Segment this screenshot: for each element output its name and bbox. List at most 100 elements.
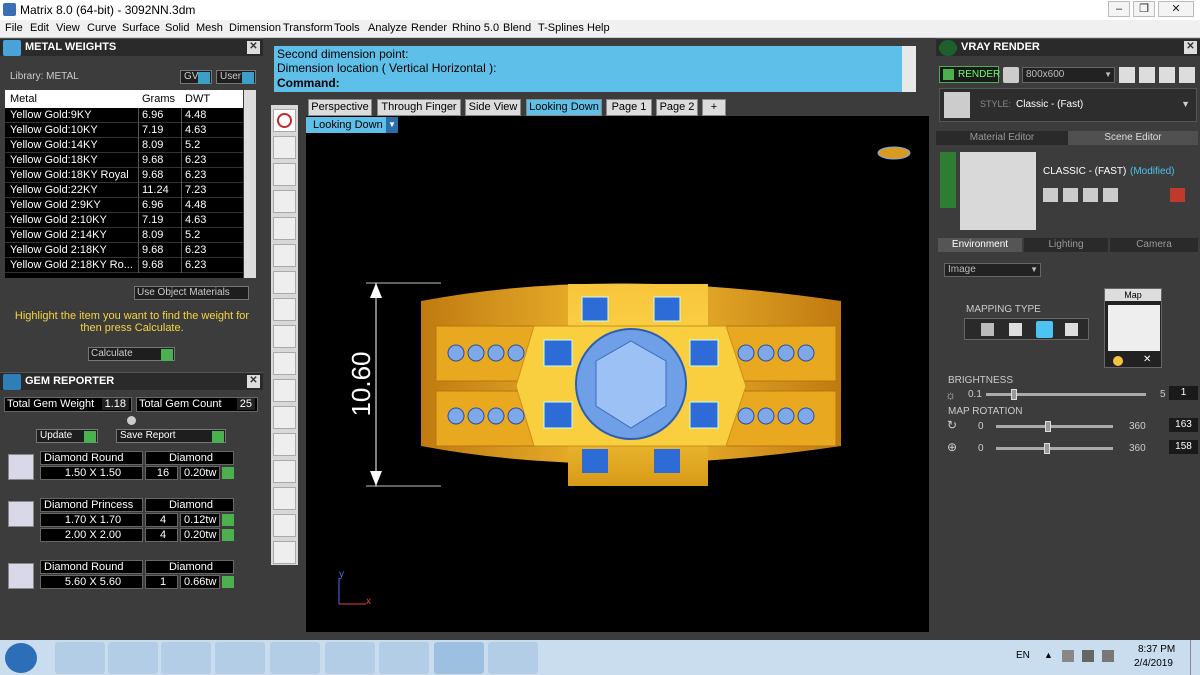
cube-map-icon[interactable]	[1009, 323, 1022, 336]
view-icon[interactable]	[273, 487, 296, 510]
signal-icon[interactable]	[1082, 650, 1094, 662]
rewind-icon[interactable]	[1119, 67, 1135, 83]
clock-time[interactable]: 8:37 PM	[1138, 644, 1175, 655]
gem-group[interactable]: Diamond Round Diamond 1.50 X 1.50 16 0.20tw	[6, 451, 234, 482]
calculate-button[interactable]: Calculate	[88, 347, 175, 361]
arrow-up-icon[interactable]	[273, 514, 296, 537]
command-scrollbar[interactable]	[902, 46, 916, 92]
map-slot[interactable]: Map ✕	[1104, 288, 1162, 368]
col-dwt[interactable]: DWT	[185, 93, 210, 105]
app-icon[interactable]	[325, 642, 375, 674]
menu-mesh[interactable]: Mesh	[196, 22, 223, 34]
list-icon[interactable]	[1179, 67, 1195, 83]
menu-curve[interactable]: Curve	[87, 22, 116, 34]
menu-solid[interactable]: Solid	[165, 22, 189, 34]
play-icon[interactable]	[222, 529, 234, 541]
play-icon[interactable]	[222, 514, 234, 526]
rotation-h-slider[interactable]	[996, 421, 1113, 432]
app-icon[interactable]	[379, 642, 429, 674]
remove-map-icon[interactable]: ✕	[1143, 354, 1151, 365]
tab-through-finger[interactable]: Through Finger	[377, 99, 461, 116]
brightness-input[interactable]: 1	[1169, 386, 1198, 400]
tab-camera[interactable]: Camera	[1110, 238, 1198, 252]
box-icon[interactable]	[273, 244, 296, 267]
plane-icon[interactable]	[273, 136, 296, 159]
metal-row[interactable]: Yellow Gold:18KY Royal 9.68 6.23	[5, 168, 243, 183]
tab-perspective[interactable]: Perspective	[308, 99, 372, 116]
menu-tsplines[interactable]: T-Splines	[538, 22, 584, 34]
save-report-button[interactable]: Save Report	[116, 429, 226, 443]
metal-row[interactable]: Yellow Gold 2:18KY 9.68 6.23	[5, 243, 243, 258]
add-icon[interactable]	[1083, 188, 1098, 202]
close-icon[interactable]: ✕	[247, 375, 260, 388]
tab-scene-editor[interactable]: Scene Editor	[1068, 131, 1198, 145]
tray-arrow-icon[interactable]: ▲	[1044, 650, 1053, 660]
menu-render[interactable]: Render	[411, 22, 447, 34]
pin-icon[interactable]	[273, 379, 296, 402]
tab-page-1[interactable]: Page 1	[606, 99, 652, 116]
metal-row[interactable]: Yellow Gold:10KY 7.19 4.63	[5, 123, 243, 138]
menu-view[interactable]: View	[56, 22, 80, 34]
close-icon[interactable]: ✕	[1184, 41, 1197, 54]
menu-transform[interactable]: Transform	[283, 22, 333, 34]
box-icon[interactable]	[273, 325, 296, 348]
resolution-select[interactable]: 800x600 ▼	[1022, 67, 1115, 83]
metal-row[interactable]: Yellow Gold:22KY 11.24 7.23	[5, 183, 243, 198]
start-button[interactable]	[5, 643, 37, 673]
ie-icon[interactable]	[55, 642, 105, 674]
environment-type-select[interactable]: Image ▼	[944, 263, 1041, 277]
tab-material-editor[interactable]: Material Editor	[936, 131, 1068, 145]
language-indicator[interactable]: EN	[1016, 650, 1030, 661]
grid-icon[interactable]	[1139, 67, 1155, 83]
clock-date[interactable]: 2/4/2019	[1134, 658, 1173, 669]
edit-map-icon[interactable]	[1113, 356, 1123, 366]
tab-looking-down[interactable]: Looking Down	[526, 99, 602, 116]
brightness-slider[interactable]	[986, 389, 1146, 400]
info-icon[interactable]	[273, 109, 296, 132]
rotation-v-input[interactable]: 158	[1169, 440, 1198, 454]
box-icon[interactable]	[273, 271, 296, 294]
metal-row[interactable]: Yellow Gold 2:10KY 7.19 4.63	[5, 213, 243, 228]
rotation-h-input[interactable]: 163	[1169, 418, 1198, 432]
tab-environment[interactable]: Environment	[938, 238, 1022, 252]
close-icon[interactable]: ✕	[247, 41, 260, 54]
globe-icon[interactable]	[273, 163, 296, 186]
settings-icon[interactable]	[1159, 67, 1175, 83]
menu-edit[interactable]: Edit	[30, 22, 49, 34]
metal-row[interactable]: Yellow Gold:9KY 6.96 4.48	[5, 108, 243, 123]
expand-toggle[interactable]	[940, 152, 956, 208]
viewport[interactable]: Looking Down ▼ 10.60 y x	[306, 116, 929, 632]
paint-icon[interactable]	[488, 642, 538, 674]
media-player-icon[interactable]	[161, 642, 211, 674]
tab-lighting[interactable]: Lighting	[1024, 238, 1108, 252]
show-desktop-button[interactable]	[1190, 640, 1200, 675]
command-prompt[interactable]: Command:	[277, 76, 340, 90]
col-grams[interactable]: Grams	[142, 93, 175, 105]
tab-side-view[interactable]: Side View	[465, 99, 521, 116]
network-icon[interactable]	[273, 190, 296, 213]
slider-handle[interactable]	[1045, 421, 1051, 432]
metal-row[interactable]: Yellow Gold 2:9KY 6.96 4.48	[5, 198, 243, 213]
menu-blend[interactable]: Blend	[503, 22, 531, 34]
add-tab-button[interactable]: +	[702, 99, 726, 116]
style-select[interactable]: STYLE: Classic - (Fast) ▼	[939, 88, 1197, 122]
save-icon[interactable]	[1043, 188, 1058, 202]
metal-row[interactable]: Yellow Gold 2:14KY 8.09 5.2	[5, 228, 243, 243]
gem-group[interactable]: Diamond Round Diamond 5.60 X 5.60 1 0.66tw	[6, 560, 234, 591]
sphere-map-icon[interactable]	[1036, 321, 1053, 338]
grid-icon[interactable]	[273, 352, 296, 375]
tab-page-2[interactable]: Page 2	[656, 99, 698, 116]
gv-button[interactable]: GV	[180, 70, 212, 84]
load-icon[interactable]	[1063, 188, 1078, 202]
play-icon[interactable]	[222, 467, 234, 479]
viber-icon[interactable]	[215, 642, 265, 674]
menu-surface[interactable]: Surface	[122, 22, 160, 34]
rotation-v-slider[interactable]	[996, 443, 1113, 454]
maximize-button[interactable]: ❐	[1133, 1, 1155, 17]
chrome-icon[interactable]	[270, 642, 320, 674]
menu-help[interactable]: Help	[587, 22, 610, 34]
network-icon[interactable]	[1062, 650, 1074, 662]
update-button[interactable]: Update	[36, 429, 98, 443]
menu-rhino[interactable]: Rhino 5.0	[452, 22, 499, 34]
wand-icon[interactable]	[273, 460, 296, 483]
